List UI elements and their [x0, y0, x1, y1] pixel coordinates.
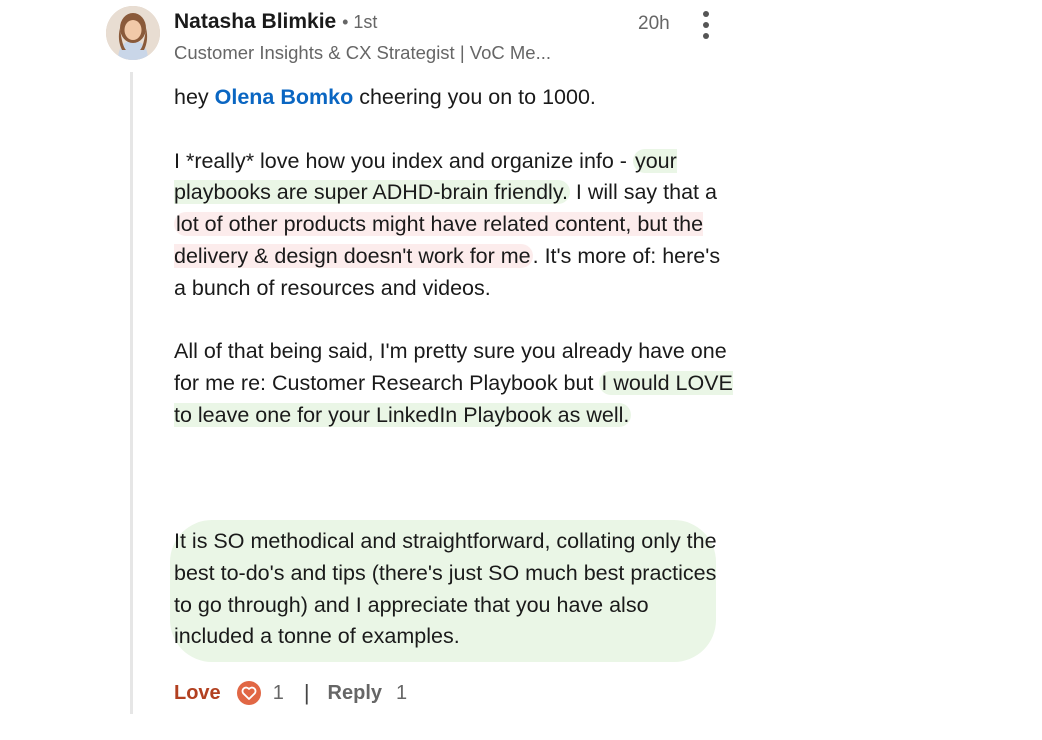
comment-paragraph-3: All of that being said, I'm pretty sure …: [174, 336, 734, 431]
author-name[interactable]: Natasha Blimkie • 1st: [174, 10, 377, 34]
more-options-icon[interactable]: [694, 9, 718, 41]
text-segment: I *really* love how you index and organi…: [174, 148, 633, 173]
author-headline: Customer Insights & CX Strategist | VoC …: [174, 42, 552, 63]
comment-paragraph-1: hey Olena Bomko cheering you on to 1000.: [174, 82, 734, 114]
comment-paragraph-2: I *really* love how you index and organi…: [174, 146, 734, 305]
comment-actions: Love 1 | Reply 1: [174, 680, 427, 706]
comment-body: hey Olena Bomko cheering you on to 1000.…: [174, 82, 734, 464]
comment-paragraph-4: It is SO methodical and straightforward,…: [174, 529, 717, 649]
love-count: 1: [272, 681, 284, 704]
author-name-text[interactable]: Natasha Blimkie: [174, 10, 336, 33]
text-segment: I will say that a: [569, 180, 717, 205]
thread-line: [130, 72, 133, 714]
action-separator: |: [303, 680, 310, 705]
connection-degree: • 1st: [342, 12, 378, 32]
timestamp: 20h: [638, 13, 670, 34]
reply-count: 1: [396, 681, 408, 704]
avatar[interactable]: [106, 6, 160, 60]
reply-button[interactable]: Reply: [328, 682, 382, 705]
love-button[interactable]: Love: [174, 682, 221, 705]
text-segment: cheering you on to 1000.: [353, 85, 596, 109]
text-segment: hey: [174, 85, 215, 109]
heart-icon: [236, 681, 261, 705]
mention-link[interactable]: Olena Bomko: [215, 85, 354, 109]
